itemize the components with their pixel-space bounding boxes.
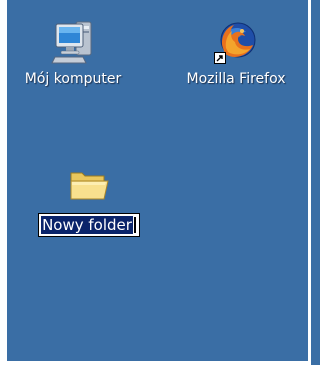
text-caret — [133, 217, 136, 233]
desktop[interactable]: Mój komputer Mozilla Firefox Nowy folder — [0, 0, 311, 365]
my-computer-icon — [49, 18, 97, 66]
desktop-icon-my-computer[interactable]: Mój komputer — [14, 18, 132, 88]
desktop-icon-label: Mój komputer — [24, 71, 122, 87]
desktop-icon-new-folder[interactable]: Nowy folder — [14, 165, 164, 237]
rename-text-field[interactable]: Nowy folder — [38, 213, 140, 237]
firefox-icon — [212, 18, 260, 66]
screen-frame-right — [308, 0, 311, 365]
desktop-icon-mozilla-firefox[interactable]: Mozilla Firefox — [166, 18, 306, 88]
folder-icon — [68, 165, 110, 205]
shortcut-arrow-icon — [214, 52, 226, 64]
screen-frame-bottom — [0, 361, 311, 365]
desktop-icon-label: Mozilla Firefox — [186, 71, 286, 87]
rename-text-selected: Nowy folder — [41, 216, 133, 234]
screen-frame-left — [0, 0, 7, 365]
